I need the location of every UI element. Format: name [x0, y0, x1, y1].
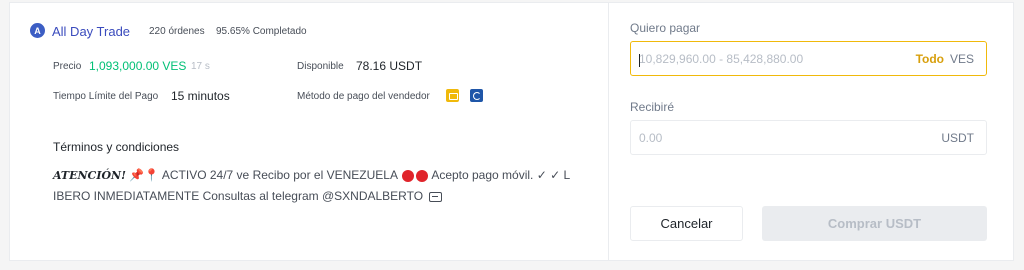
receive-currency-unit: USDT	[941, 131, 974, 145]
time-limit-value: 15 minutos	[171, 89, 230, 103]
offer-details-panel: A All Day Trade 220 órdenes 95.65% Compl…	[10, 3, 608, 260]
pay-amount-field: Todo VES	[630, 41, 987, 76]
terms-attention: ATENCIÓN!	[53, 169, 126, 182]
price-refresh-timer: 17 s	[191, 61, 210, 72]
pay-amount-label: Quiero pagar	[630, 21, 701, 35]
pin-icon: 📍	[144, 168, 160, 183]
red-circle-icon	[415, 169, 428, 182]
merchant-avatar: A	[30, 23, 45, 38]
red-circle-icon	[401, 169, 414, 182]
cancel-button[interactable]: Cancelar	[630, 206, 743, 241]
terms-line1-a: ACTIVO 24/7 ve Recibo por el VENEZUELA	[161, 168, 398, 182]
terms-title: Términos y condiciones	[53, 140, 180, 154]
merchant-completion-rate: 95.65% Completado	[216, 26, 307, 37]
merchant-orders-count: 220 órdenes	[149, 26, 205, 37]
receive-amount-input[interactable]	[639, 121, 889, 154]
payment-method-label: Método de pago del vendedor	[297, 91, 430, 102]
order-form-panel: Quiero pagar Todo VES Recibiré USDT Canc…	[609, 3, 1013, 260]
merchant-name-link[interactable]: All Day Trade	[52, 24, 130, 39]
text-caret	[639, 54, 640, 67]
available-value: 78.16 USDT	[356, 59, 423, 73]
receive-amount-label: Recibiré	[630, 100, 675, 114]
terms-line2: IBERO INMEDIATAMENTE Consultas al telegr…	[53, 189, 424, 204]
terms-line1-b: Acepto pago móvil. ✓ ✓ L	[431, 168, 571, 182]
available-label: Disponible	[297, 61, 344, 72]
pay-all-button[interactable]: Todo	[916, 52, 944, 66]
mobile-payment-icon	[470, 89, 483, 102]
bank-transfer-icon	[446, 89, 459, 102]
time-limit-label: Tiempo Límite del Pago	[53, 91, 159, 102]
buy-usdt-button[interactable]: Comprar USDT	[762, 206, 987, 241]
terms-text: ATENCIÓN! 📌📍 ACTIVO 24/7 ve Recibo por e…	[53, 165, 583, 207]
price-label: Precio	[53, 61, 82, 72]
pay-currency-unit: VES	[949, 52, 974, 66]
speech-bubble-icon	[429, 192, 443, 203]
price-value: 1,093,000.00 VES	[89, 59, 187, 73]
pushpin-icon: 📌	[129, 168, 145, 183]
p2p-offer-card: A All Day Trade 220 órdenes 95.65% Compl…	[9, 2, 1014, 261]
pay-amount-input[interactable]	[639, 42, 889, 75]
receive-amount-field: USDT	[630, 120, 987, 155]
